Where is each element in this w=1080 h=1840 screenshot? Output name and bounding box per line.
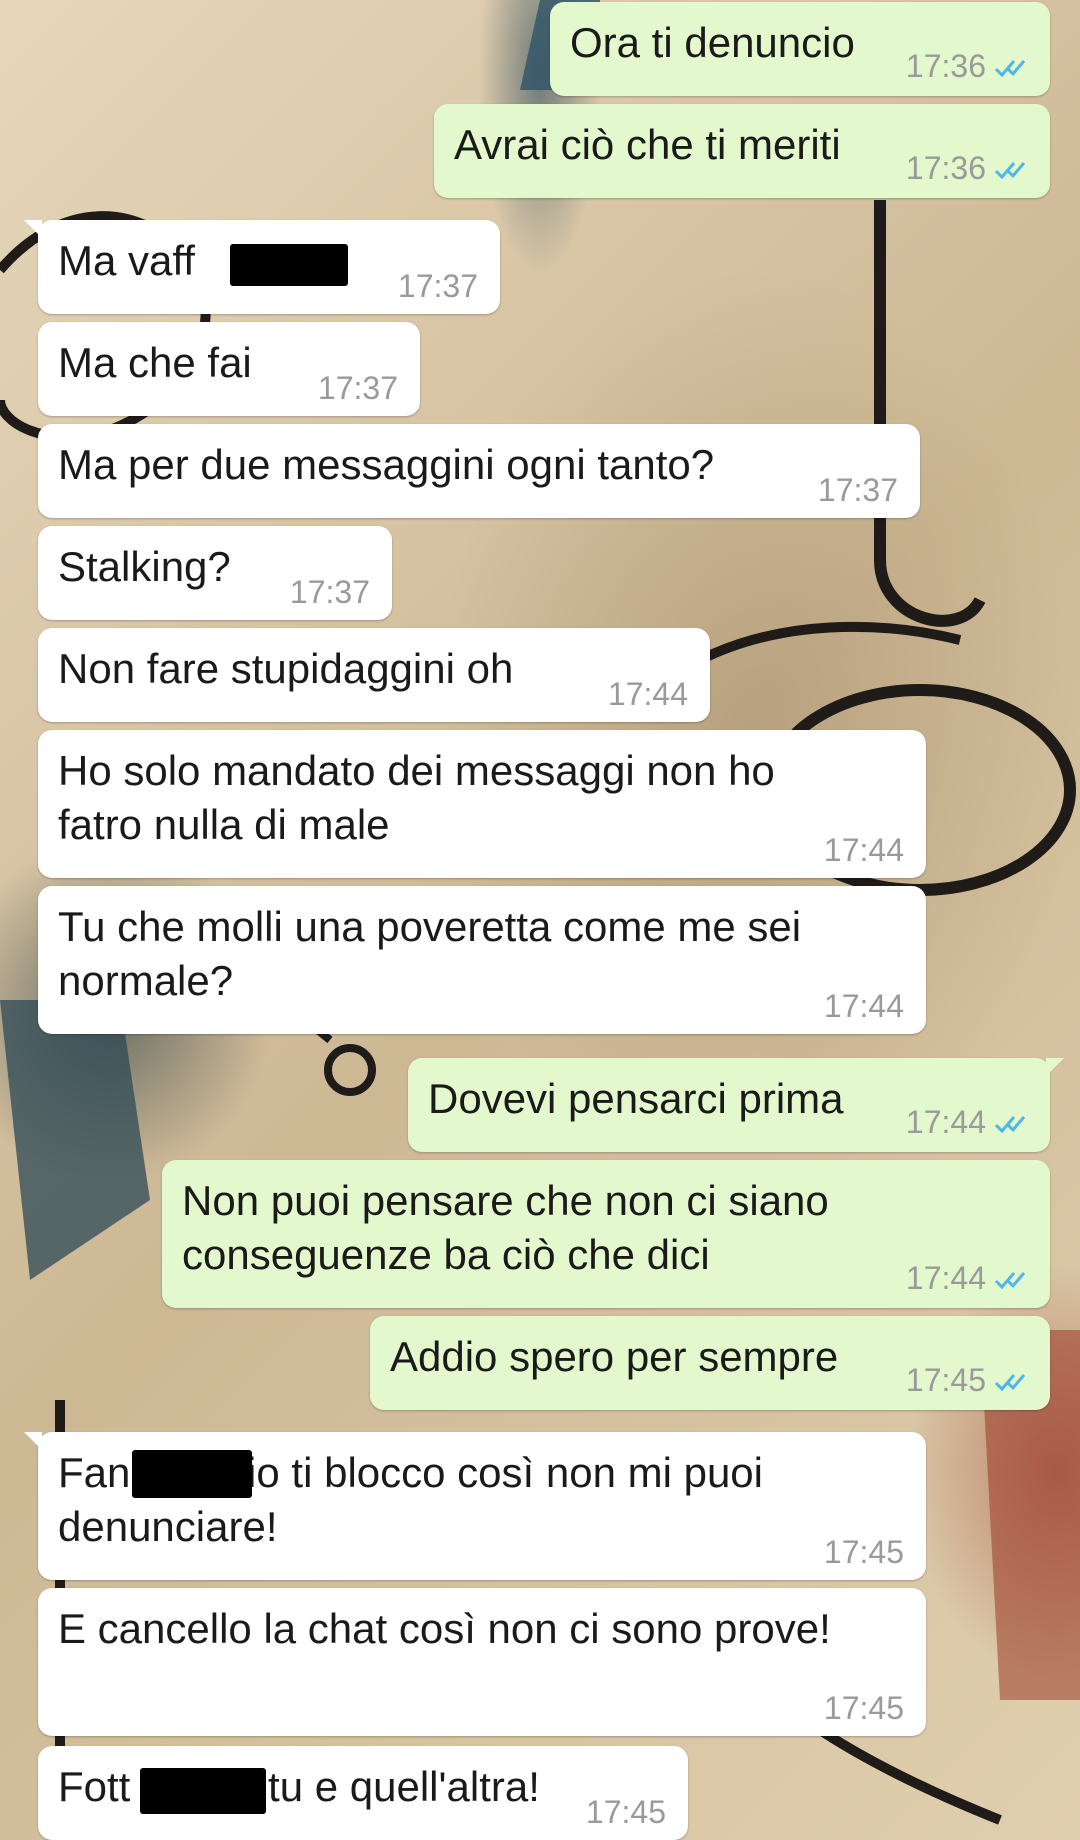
double-check-icon [994, 1260, 1032, 1300]
message-text: Ora ti denuncio [570, 19, 855, 66]
message-time: 17:36 [905, 48, 986, 84]
message-text: Addio spero per sempre [390, 1333, 839, 1380]
message-text-line: Non puoi pensare che non ci siano [182, 1177, 829, 1224]
message-time: 17:37 [317, 370, 398, 406]
chat-thread: Ora ti denuncio 17:36 Avrai ciò che ti m… [0, 0, 1080, 1840]
double-check-icon [994, 48, 1032, 88]
message-bubble-outgoing[interactable]: Dovevi pensarci prima 17:44 [408, 1058, 1064, 1152]
message-text: Avrai ciò che ti meriti [454, 121, 841, 168]
message-time: 17:44 [905, 1104, 986, 1140]
bubble-tail [1046, 1058, 1064, 1076]
message-text: Ma per due messaggini ogni tanto? [58, 441, 715, 488]
bubble-tail [24, 1432, 42, 1450]
message-text-line: conseguenze ba ciò che dici [182, 1231, 710, 1278]
message-bubble-incoming[interactable]: Non fare stupidaggini oh 17:44 [38, 628, 710, 722]
message-text-line: fatro nulla di male [58, 801, 390, 848]
message-time: 17:37 [397, 268, 478, 304]
message-text: Ma vaff [58, 237, 195, 284]
message-bubble-incoming[interactable]: Stalking? 17:37 [38, 526, 392, 620]
message-time: 17:45 [585, 1794, 666, 1830]
message-text-line: Ho solo mandato dei messaggi non ho [58, 747, 775, 794]
message-meta: 17:44 [906, 1258, 1032, 1300]
message-text-line: denunciare! [58, 1503, 278, 1550]
message-meta: 17:45 [906, 1360, 1032, 1402]
message-text: Fott i tu e quell'altra! [58, 1763, 540, 1810]
message-bubble-incoming[interactable]: Ma vaff 17:37 [24, 220, 500, 314]
message-time: 17:37 [817, 472, 898, 508]
censor-bar [132, 1450, 252, 1498]
message-text-line: normale? [58, 957, 234, 1004]
message-bubble-incoming[interactable]: Ma che fai 17:37 [38, 322, 420, 416]
message-meta: 17:36 [906, 148, 1032, 190]
message-time: 17:45 [823, 1534, 904, 1570]
message-time: 17:44 [823, 988, 904, 1024]
double-check-icon [994, 1104, 1032, 1144]
message-time: 17:37 [289, 574, 370, 610]
message-text: Stalking? [58, 543, 231, 590]
message-time: 17:44 [823, 832, 904, 868]
message-time: 17:45 [905, 1362, 986, 1398]
message-text: Dovevi pensarci prima [428, 1075, 844, 1122]
message-meta: 17:36 [906, 46, 1032, 88]
message-text: E cancello la chat così non ci sono prov… [58, 1605, 831, 1652]
message-time: 17:45 [823, 1690, 904, 1726]
message-time: 17:36 [905, 150, 986, 186]
message-bubble-outgoing[interactable]: Avrai ciò che ti meriti 17:36 [434, 104, 1050, 198]
message-text: Ma che fai [58, 339, 252, 386]
message-bubble-incoming[interactable]: Fott i tu e quell'altra! 17:45 [38, 1746, 688, 1840]
censor-bar [140, 1768, 266, 1814]
message-text: Non fare stupidaggini oh [58, 645, 514, 692]
censor-bar [230, 244, 348, 286]
message-bubble-incoming[interactable]: Ma per due messaggini ogni tanto? 17:37 [38, 424, 920, 518]
message-bubble-incoming[interactable]: Tu che molli una poveretta come me sei n… [38, 886, 926, 1034]
message-time: 17:44 [607, 676, 688, 712]
message-meta: 17:44 [906, 1102, 1032, 1144]
bubble-tail [24, 220, 42, 238]
double-check-icon [994, 1362, 1032, 1402]
message-bubble-outgoing[interactable]: Addio spero per sempre 17:45 [370, 1316, 1050, 1410]
message-time: 17:44 [905, 1260, 986, 1296]
message-bubble-incoming[interactable]: Ho solo mandato dei messaggi non ho fatr… [38, 730, 926, 878]
message-bubble-outgoing[interactable]: Non puoi pensare che non ci siano conseg… [162, 1160, 1050, 1308]
message-text-line: Tu che molli una poveretta come me sei [58, 903, 802, 950]
message-bubble-incoming[interactable]: Fan io ti blocco così non mi puoi denunc… [24, 1432, 926, 1580]
double-check-icon [994, 150, 1032, 190]
message-bubble-incoming[interactable]: E cancello la chat così non ci sono prov… [38, 1588, 926, 1736]
message-bubble-outgoing[interactable]: Ora ti denuncio 17:36 [550, 2, 1050, 96]
